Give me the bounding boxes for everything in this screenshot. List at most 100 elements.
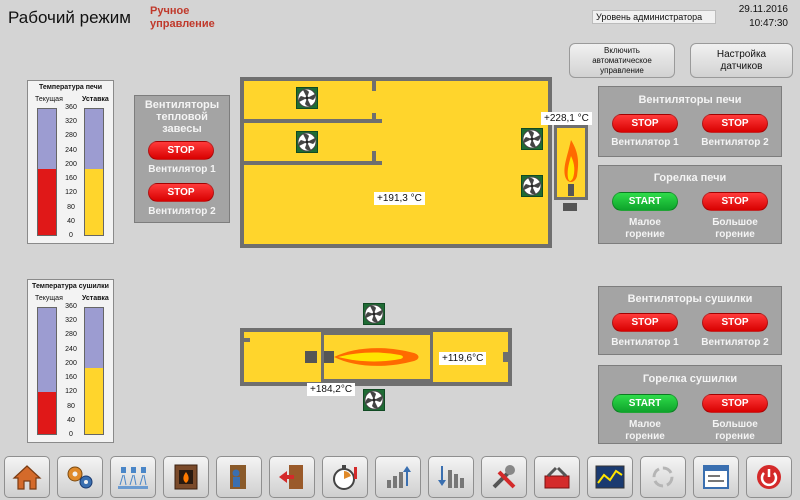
dryer-fans-panel: Вентиляторы сушилки STOP STOP Вентилятор… [598, 286, 782, 355]
toolbox-icon[interactable] [534, 456, 580, 498]
gauge-tick-label: 40 [67, 416, 75, 424]
furnace-fan-1-stop-button[interactable]: STOP [612, 114, 678, 133]
title-line-3: завесы [162, 123, 202, 135]
high-burn-label: Большое горение [692, 217, 778, 241]
gauge-tick-label: 240 [65, 345, 77, 353]
furnace-curtain-fan-1-icon[interactable] [296, 87, 318, 109]
gauge-tick-label: 320 [65, 118, 77, 126]
setpoint-label: Уставка [82, 295, 109, 302]
furnace-partition [372, 81, 376, 91]
bars-down-icon[interactable] [428, 456, 474, 498]
person-door-icon[interactable] [216, 456, 262, 498]
panel-title: Вентиляторы сушилки [627, 293, 753, 305]
gauge-tick-label: 280 [65, 331, 77, 339]
low-burn-label: Малое горение [602, 217, 688, 241]
gauge-tick-label: 160 [65, 175, 77, 183]
furnace-fan-1-label: Вентилятор 1 [611, 137, 679, 148]
furnace-curtain-fan-2-icon[interactable] [296, 131, 318, 153]
home-icon[interactable] [4, 456, 50, 498]
dryer-fan-1-stop-button[interactable]: STOP [612, 313, 678, 332]
furnace-fan-2-stop-button[interactable]: STOP [702, 114, 768, 133]
setpoint-temperature-bar [84, 108, 104, 236]
title-line-1: Вентиляторы [144, 99, 220, 111]
label-line-2: горение [625, 431, 665, 442]
gauge-title: Температура печи [38, 84, 103, 91]
curtain-fan-1-stop-button[interactable]: STOP [148, 141, 214, 160]
current-label: Текущая [35, 295, 63, 302]
furnace-partition [244, 161, 372, 165]
dryer-burner-stop-button[interactable]: STOP [702, 394, 768, 413]
trend-chart-icon[interactable] [587, 456, 633, 498]
label-line-1: Большое [712, 217, 758, 228]
curtain-fan-1-label: Вентилятор 1 [148, 164, 216, 175]
settings-gears-icon[interactable] [57, 456, 103, 498]
gauge-tick-label: 80 [67, 203, 75, 211]
furnace-icon[interactable] [163, 456, 209, 498]
mode-line-2: управление [150, 18, 215, 30]
gauge-tick-label: 40 [67, 217, 75, 225]
dryer-fan-2-icon[interactable] [363, 389, 385, 411]
dryer-burner-panel: Горелка сушилки START STOP Малое горение… [598, 365, 782, 444]
furnace-burner-panel: Горелка печи START STOP Малое горение Бо… [598, 165, 782, 244]
power-icon[interactable] [746, 456, 792, 498]
furnace-fan-2-icon[interactable] [521, 175, 543, 197]
gauge-tick-label: 200 [65, 359, 77, 367]
mode-indicator: Ручное управление [150, 5, 215, 31]
gauge-tick-label: 240 [65, 146, 77, 154]
gauge-tick-label: 120 [65, 388, 77, 396]
dryer-burner-temperature: +184,2°C [307, 383, 356, 396]
label-line-1: Большое [712, 419, 758, 430]
gauge-tick-label: 160 [65, 374, 77, 382]
dryer-fan-1-icon[interactable] [363, 303, 385, 325]
setpoint-label: Уставка [82, 96, 109, 103]
auto-button-line-1: Включить [604, 45, 640, 55]
furnace-burner-start-button[interactable]: START [612, 192, 678, 211]
current-temperature-fill [38, 168, 56, 235]
bars-up-icon[interactable] [375, 456, 421, 498]
window-icon[interactable] [693, 456, 739, 498]
furnace-fan-1-icon[interactable] [521, 128, 543, 150]
page-title: Рабочий режим [8, 8, 131, 27]
dryer-fan-1-label: Вентилятор 1 [611, 337, 679, 348]
setpoint-temperature-fill [85, 367, 103, 434]
curtain-fan-2-stop-button[interactable]: STOP [148, 183, 214, 202]
access-level-field[interactable]: Уровень администратора [592, 10, 716, 24]
high-burn-label: Большое горение [692, 419, 778, 443]
dryer-burner-start-button[interactable]: START [612, 394, 678, 413]
enable-auto-control-button[interactable]: Включить автоматическое управление [569, 43, 675, 78]
furnace-burner-stop-button[interactable]: STOP [702, 192, 768, 211]
gauge-tick-label: 80 [67, 402, 75, 410]
dryer-burner-chamber [321, 332, 433, 382]
furnace-temperature-gauge: Температура печи Текущая Уставка 360 320 2… [27, 80, 114, 244]
gauge-tick-label: 360 [65, 303, 77, 310]
gauge-tick-label: 360 [65, 104, 77, 111]
mode-line-1: Ручное [150, 5, 190, 17]
panel-title: Горелка сушилки [642, 373, 738, 385]
current-temperature-fill [38, 392, 56, 434]
setpoint-temperature-bar [84, 307, 104, 435]
panel-title: Вентиляторы тепловой завесы [135, 99, 229, 135]
dryer-wall [503, 352, 508, 362]
sensors-button-line-1: Настройка [716, 48, 767, 60]
current-label: Текущая [35, 96, 63, 103]
label-line-1: Малое [629, 419, 661, 430]
dryer-fan-2-stop-button[interactable]: STOP [702, 313, 768, 332]
dryer-burner-nozzle [305, 351, 317, 363]
sensor-settings-button[interactable]: Настройка датчиков [690, 43, 793, 78]
low-burn-label: Малое горение [602, 419, 688, 443]
exit-door-icon[interactable] [269, 456, 315, 498]
furnace-fans-panel: Вентиляторы печи STOP STOP Вентилятор 1 … [598, 86, 782, 157]
stopwatch-icon[interactable] [322, 456, 368, 498]
datetime: 29.11.2016 10:47:30 [739, 3, 788, 31]
tools-icon[interactable] [481, 456, 527, 498]
furnace-burner-temperature: +228,1 °C [541, 112, 592, 125]
dryer-temperature-gauge: Температура сушилки Текущая Уставка 360 3… [27, 279, 114, 443]
setpoint-temperature-fill [85, 168, 103, 235]
label-line-2: горение [715, 431, 755, 442]
panel-title: Горелка печи [653, 172, 727, 184]
label-line-2: горение [625, 229, 665, 240]
sprinkler-icon[interactable] [110, 456, 156, 498]
gauge-tick-label: 280 [65, 132, 77, 140]
refresh-icon[interactable] [640, 456, 686, 498]
furnace-partition [244, 119, 372, 123]
